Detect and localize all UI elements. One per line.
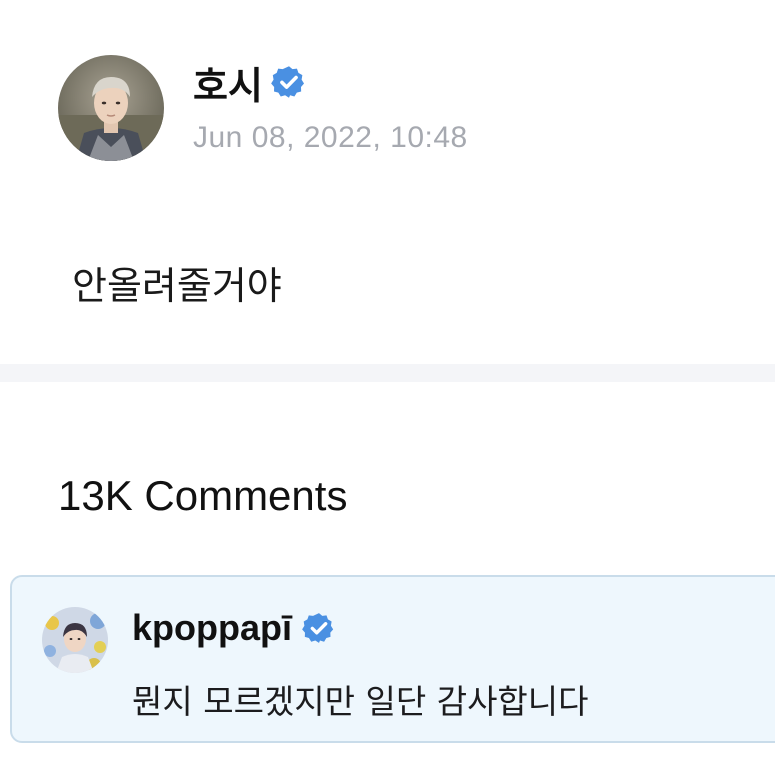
author-row: 호시 [193,55,468,110]
comment-author-name[interactable]: kpoppapī [132,607,292,649]
comment-text: 뭔지 모르겠지만 일단 감사합니다 [132,682,589,721]
section-divider [0,364,775,382]
comment-author-row: kpoppapī [132,605,336,651]
comment-avatar-image [42,607,108,673]
post-header: 호시 Jun 08, 2022, 10:48 [58,55,468,161]
verified-badge-icon [302,613,334,643]
post-body-text: 안올려줄거야 [72,264,282,308]
comment-author-avatar[interactable] [42,607,108,673]
comment-card[interactable]: kpoppapī 뭔지 모르겠지만 일단 감사합니다 [10,575,775,743]
author-name[interactable]: 호시 [193,55,263,110]
author-avatar-image [58,55,164,161]
author-block: 호시 Jun 08, 2022, 10:48 [193,57,468,155]
author-avatar[interactable] [58,55,164,161]
post-timestamp: Jun 08, 2022, 10:48 [193,121,468,154]
comments-count-heading: 13K Comments [58,472,348,519]
verified-badge-icon [271,66,304,98]
